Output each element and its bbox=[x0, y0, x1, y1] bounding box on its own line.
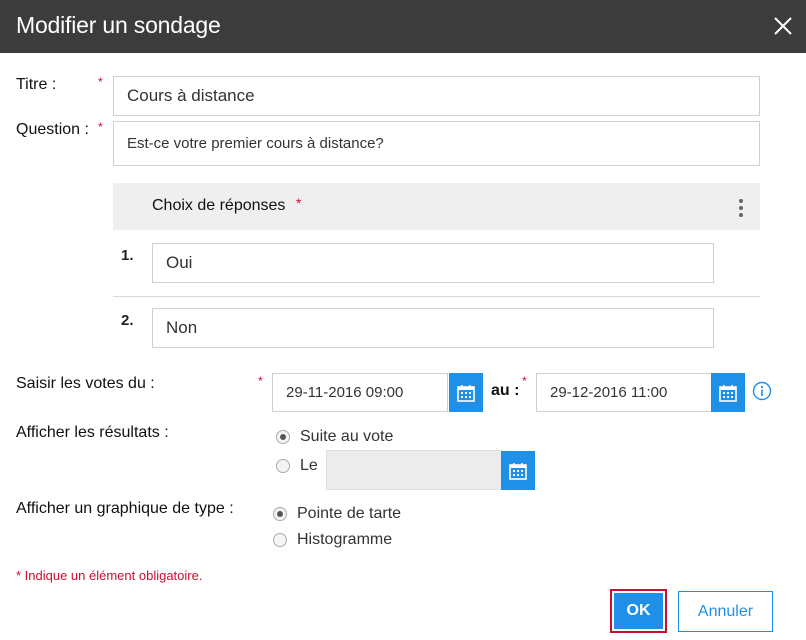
titre-value: Cours à distance bbox=[127, 86, 255, 105]
info-icon[interactable] bbox=[752, 381, 772, 401]
results-label: Afficher les résultats : bbox=[16, 424, 169, 441]
close-icon[interactable] bbox=[772, 15, 794, 37]
choice-divider bbox=[113, 296, 760, 297]
chart-option-histogram[interactable]: Histogramme bbox=[273, 531, 392, 549]
required-note: * Indique un élément obligatoire. bbox=[16, 568, 203, 583]
choices-header: Choix de réponses * bbox=[113, 183, 760, 230]
chart-option-label: Histogramme bbox=[297, 531, 393, 548]
cancel-button[interactable]: Annuler bbox=[678, 591, 773, 632]
calendar-icon[interactable] bbox=[501, 451, 535, 490]
radio-checked-icon bbox=[276, 430, 290, 444]
choice-value: Non bbox=[166, 318, 198, 337]
kebab-menu-icon[interactable] bbox=[737, 199, 745, 219]
choice-number: 1. bbox=[121, 247, 134, 264]
question-required-mark: * bbox=[98, 120, 103, 134]
results-option-label: Le bbox=[300, 457, 318, 474]
chart-type-label: Afficher un graphique de type : bbox=[16, 500, 234, 517]
radio-unchecked-icon bbox=[273, 533, 287, 547]
choice-input-1[interactable]: Oui bbox=[152, 243, 714, 283]
chart-option-label: Pointe de tarte bbox=[297, 505, 402, 522]
choices-required-mark: * bbox=[296, 195, 302, 211]
question-value: Est-ce votre premier cours à distance? bbox=[127, 135, 384, 152]
results-date-input[interactable] bbox=[326, 450, 502, 490]
choice-number: 2. bbox=[121, 312, 134, 329]
choices-header-label: Choix de réponses bbox=[152, 197, 286, 214]
chart-option-pie[interactable]: Pointe de tarte bbox=[273, 505, 401, 523]
calendar-icon[interactable] bbox=[449, 373, 483, 412]
results-option-label: Suite au vote bbox=[300, 428, 394, 445]
question-input[interactable]: Est-ce votre premier cours à distance? bbox=[113, 121, 760, 166]
titre-input[interactable]: Cours à distance bbox=[113, 76, 760, 116]
votes-required-mark: * bbox=[258, 374, 263, 388]
question-label: Question : bbox=[16, 121, 89, 138]
radio-checked-icon bbox=[273, 507, 287, 521]
radio-unchecked-icon bbox=[276, 459, 290, 473]
votes-to-label: au : bbox=[491, 382, 520, 399]
ok-button[interactable]: OK bbox=[610, 589, 667, 633]
votes-to-value: 29-12-2016 11:00 bbox=[550, 384, 668, 401]
choice-input-2[interactable]: Non bbox=[152, 308, 714, 348]
titre-required-mark: * bbox=[98, 75, 103, 89]
results-option-le[interactable]: Le bbox=[276, 457, 318, 475]
votes-from-value: 29-11-2016 09:00 bbox=[286, 384, 404, 401]
votes-to-input[interactable]: 29-12-2016 11:00 bbox=[536, 373, 712, 412]
titre-label: Titre : bbox=[16, 76, 57, 93]
votes-from-input[interactable]: 29-11-2016 09:00 bbox=[272, 373, 448, 412]
choice-value: Oui bbox=[166, 253, 193, 272]
dialog-title: Modifier un sondage bbox=[16, 12, 221, 38]
calendar-icon[interactable] bbox=[711, 373, 745, 412]
votes-label: Saisir les votes du : bbox=[16, 375, 155, 392]
votes-to-required-mark: * bbox=[522, 374, 527, 388]
ok-button-label: OK bbox=[614, 593, 663, 629]
dialog-titlebar: Modifier un sondage bbox=[0, 0, 806, 53]
results-option-suite[interactable]: Suite au vote bbox=[276, 428, 393, 446]
